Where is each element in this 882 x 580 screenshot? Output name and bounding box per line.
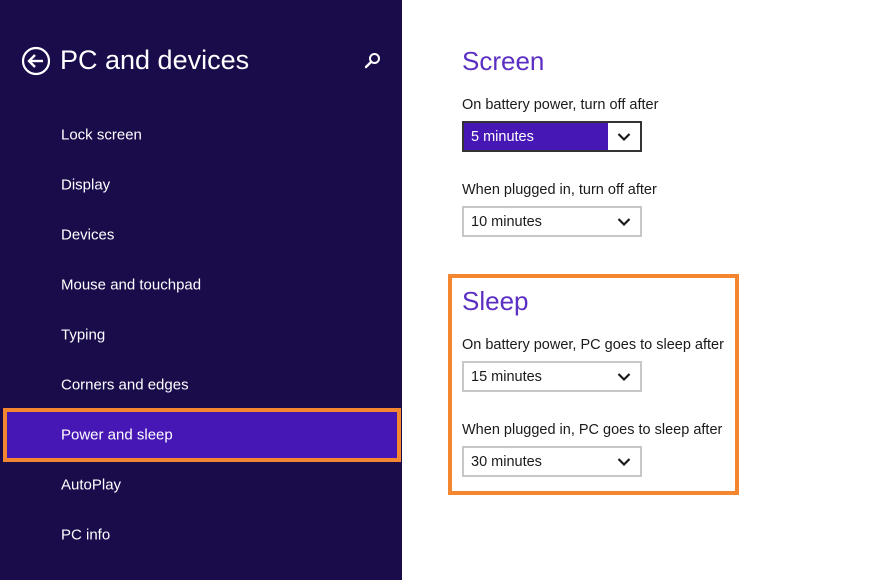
sidebar-item-label: Typing [61, 326, 106, 344]
chevron-down-icon [617, 218, 631, 227]
sidebar-item-pc-info[interactable]: PC info [0, 512, 402, 558]
sidebar-item-label: PC info [61, 526, 111, 544]
main-content: Screen On battery power, turn off after … [402, 0, 882, 580]
sidebar-item-corners-and-edges[interactable]: Corners and edges [0, 362, 402, 408]
dropdown-value: 30 minutes [471, 453, 542, 470]
sidebar-item-mouse-and-touchpad[interactable]: Mouse and touchpad [0, 262, 402, 308]
search-button[interactable] [363, 51, 383, 71]
screen-battery-dropdown[interactable]: 5 minutes [462, 121, 642, 152]
sleep-plugged-dropdown[interactable]: 30 minutes [462, 446, 642, 477]
chevron-down-icon [617, 133, 631, 142]
sidebar-item-label: Display [61, 176, 111, 194]
settings-window: PC and devices Lock screen Display Devic… [0, 0, 882, 580]
page-title: PC and devices [60, 45, 250, 75]
screen-battery-label: On battery power, turn off after [462, 97, 659, 113]
sidebar-item-autoplay[interactable]: AutoPlay [0, 462, 402, 508]
dropdown-value: 5 minutes [471, 128, 534, 145]
sidebar-item-display[interactable]: Display [0, 162, 402, 208]
back-arrow-circle-icon [21, 46, 51, 76]
sidebar-item-lock-screen[interactable]: Lock screen [0, 112, 402, 158]
back-button[interactable] [21, 46, 51, 76]
chevron-down-icon [617, 373, 631, 382]
screen-plugged-label: When plugged in, turn off after [462, 182, 657, 198]
sleep-plugged-label: When plugged in, PC goes to sleep after [462, 422, 723, 438]
sidebar-item-label: Corners and edges [61, 376, 189, 394]
sidebar-item-label: AutoPlay [61, 476, 122, 494]
sleep-battery-dropdown[interactable]: 15 minutes [462, 361, 642, 392]
search-icon [364, 53, 380, 69]
chevron-down-icon [617, 458, 631, 467]
sidebar-item-label: Mouse and touchpad [61, 276, 202, 294]
section-title-screen: Screen [462, 46, 545, 76]
sidebar-item-typing[interactable]: Typing [0, 312, 402, 358]
sidebar-item-label: Devices [61, 226, 115, 244]
section-title-sleep: Sleep [462, 286, 529, 316]
dropdown-value: 15 minutes [471, 368, 542, 385]
sidebar-item-label: Power and sleep [61, 426, 173, 444]
sleep-battery-label: On battery power, PC goes to sleep after [462, 337, 724, 353]
sidebar-item-devices[interactable]: Devices [0, 212, 402, 258]
sidebar-item-label: Lock screen [61, 126, 142, 144]
screen-plugged-dropdown[interactable]: 10 minutes [462, 206, 642, 237]
dropdown-value: 10 minutes [471, 213, 542, 230]
sidebar: PC and devices Lock screen Display Devic… [0, 0, 402, 580]
sidebar-item-power-and-sleep[interactable]: Power and sleep [3, 408, 401, 462]
